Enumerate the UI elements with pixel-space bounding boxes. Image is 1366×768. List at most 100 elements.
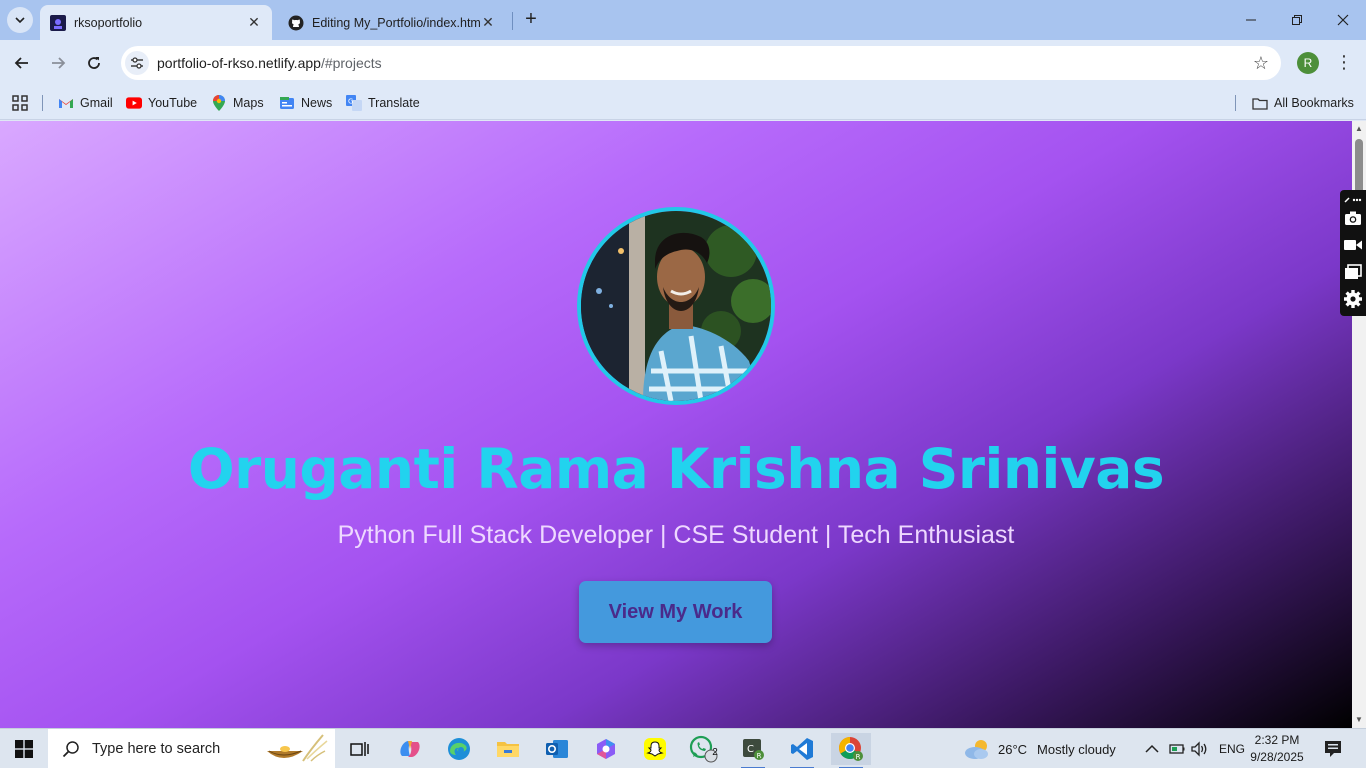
address-bar[interactable]: portfolio-of-rkso.netlify.app/#projects …	[121, 46, 1281, 80]
clock-time: 2:32 PM	[1254, 733, 1300, 747]
all-bookmarks-label: All Bookmarks	[1274, 96, 1354, 110]
bookmark-gmail[interactable]: Gmail	[58, 93, 113, 113]
vscode-button[interactable]	[782, 733, 822, 768]
edge-icon	[448, 738, 470, 760]
tab-rksoportfolio[interactable]: rksoportfolio ✕	[40, 5, 272, 40]
bookmark-maps[interactable]: Maps	[211, 93, 264, 113]
scroll-down-icon[interactable]: ▼	[1354, 715, 1364, 725]
scroll-up-icon[interactable]: ▲	[1354, 124, 1364, 134]
copilot-icon	[400, 741, 420, 757]
close-tab-icon[interactable]: ✕	[246, 14, 262, 31]
windows-logo-icon	[15, 740, 33, 758]
weather-widget[interactable]: 26°C Mostly cloudy	[963, 729, 1116, 768]
clock-date: 9/28/2025	[1250, 750, 1304, 764]
tab-title: rksoportfolio	[74, 15, 143, 30]
hero-subtitle: Python Full Stack Developer | CSE Studen…	[337, 521, 1015, 549]
chrome-profile-app-button[interactable]: CR	[733, 733, 773, 768]
chrome-button[interactable]: R	[831, 733, 871, 768]
youtube-icon	[126, 95, 142, 111]
bookmark-label: News	[301, 96, 333, 110]
github-icon	[288, 15, 304, 30]
reload-button[interactable]	[81, 50, 107, 76]
chevron-up-icon	[1145, 744, 1159, 753]
new-tab-button[interactable]: +	[520, 9, 542, 31]
back-button[interactable]	[9, 50, 35, 76]
folder-icon	[497, 742, 519, 757]
snapchat-button[interactable]	[635, 733, 675, 765]
close-window-button[interactable]	[1320, 0, 1366, 40]
copilot-button[interactable]	[390, 733, 430, 765]
hero-section: Oruganti Rama Krishna Srinivas Python Fu…	[0, 121, 1352, 728]
gmail-icon	[58, 95, 74, 111]
tab-search-button[interactable]	[7, 7, 33, 33]
edge-button[interactable]	[439, 733, 479, 765]
bookmarks-bar: Gmail YouTube Maps News G Translate All …	[0, 86, 1366, 120]
bookmark-label: Translate	[368, 96, 420, 110]
bookmark-news[interactable]: News	[279, 93, 332, 113]
outlook-button[interactable]	[537, 733, 577, 765]
search-placeholder: Type here to search	[92, 741, 221, 757]
notifications-button[interactable]	[1324, 729, 1342, 768]
battery-icon	[1169, 744, 1185, 754]
svg-text:R: R	[757, 752, 762, 760]
capture-widget	[1340, 190, 1366, 316]
restore-icon	[1292, 15, 1302, 25]
arrow-left-icon	[14, 57, 28, 69]
forward-button[interactable]	[45, 50, 71, 76]
tab-strip: rksoportfolio ✕ Editing My_Portfolio/ind…	[0, 0, 1366, 40]
site-info-icon[interactable]	[125, 51, 149, 75]
apps-grid-icon[interactable]	[12, 95, 28, 116]
volume-button[interactable]	[1190, 729, 1208, 768]
close-tab-icon[interactable]: ✕	[480, 14, 496, 31]
all-bookmarks-button[interactable]: All Bookmarks	[1252, 93, 1354, 113]
bookmark-translate[interactable]: G Translate	[346, 93, 420, 113]
svg-text:R: R	[856, 753, 861, 761]
chevron-down-icon	[15, 17, 25, 24]
browser-menu-icon[interactable]: ⋮	[1333, 50, 1355, 76]
start-button[interactable]	[0, 729, 48, 768]
taskbar-search-box[interactable]: Type here to search	[48, 729, 335, 768]
bookmarks-divider	[42, 95, 43, 111]
microsoft-365-icon	[597, 739, 615, 759]
bookmark-label: Gmail	[80, 96, 113, 110]
clock[interactable]: 2:32 PM 9/28/2025	[1247, 732, 1307, 766]
task-view-icon	[350, 742, 369, 756]
task-view-button[interactable]	[340, 733, 380, 765]
notification-icon	[1325, 741, 1341, 757]
file-explorer-button[interactable]	[488, 733, 528, 765]
weather-temp: 26°C	[998, 741, 1028, 757]
gear-icon[interactable]	[1343, 289, 1363, 309]
url-text[interactable]: portfolio-of-rkso.netlify.app/#projects	[157, 55, 1247, 71]
camera-icon[interactable]	[1343, 208, 1363, 228]
bookmark-star-icon[interactable]: ☆	[1247, 53, 1275, 74]
language-indicator[interactable]: ENG	[1219, 729, 1245, 768]
minimize-button[interactable]	[1228, 0, 1274, 40]
bookmark-label: YouTube	[148, 96, 198, 110]
search-icon	[62, 741, 79, 758]
capture-more-icon[interactable]	[1343, 190, 1363, 210]
show-hidden-icons-button[interactable]	[1145, 729, 1159, 768]
video-icon[interactable]	[1343, 235, 1363, 255]
url-host: portfolio-of-rkso.netlify.app	[157, 55, 321, 71]
chrome-icon: R	[839, 737, 863, 761]
hero-name: Oruganti Rama Krishna Srinivas	[187, 437, 1165, 501]
whatsapp-button[interactable]: 2	[684, 733, 724, 765]
restore-button[interactable]	[1274, 0, 1320, 40]
battery-button[interactable]	[1169, 729, 1185, 768]
tab-title: Editing My_Portfolio/index.html	[312, 15, 480, 30]
bookmark-youtube[interactable]: YouTube	[126, 93, 197, 113]
speaker-icon	[1191, 741, 1207, 757]
browser-toolbar: portfolio-of-rkso.netlify.app/#projects …	[0, 40, 1366, 86]
tab-editing-portfolio[interactable]: Editing My_Portfolio/index.html ✕	[278, 5, 506, 40]
window-capture-icon[interactable]	[1343, 262, 1363, 282]
view-my-work-button[interactable]: View My Work	[579, 581, 772, 643]
svg-text:G: G	[348, 98, 353, 106]
svg-text:C: C	[747, 744, 754, 755]
tab-divider	[512, 12, 513, 30]
profile-avatar[interactable]: R	[1297, 52, 1319, 74]
cloudy-weather-icon	[965, 740, 988, 759]
vscode-icon	[791, 738, 813, 760]
microsoft-365-button[interactable]	[586, 733, 626, 765]
diya-lamp-illustration	[267, 734, 328, 762]
bookmark-label: Maps	[233, 96, 264, 110]
